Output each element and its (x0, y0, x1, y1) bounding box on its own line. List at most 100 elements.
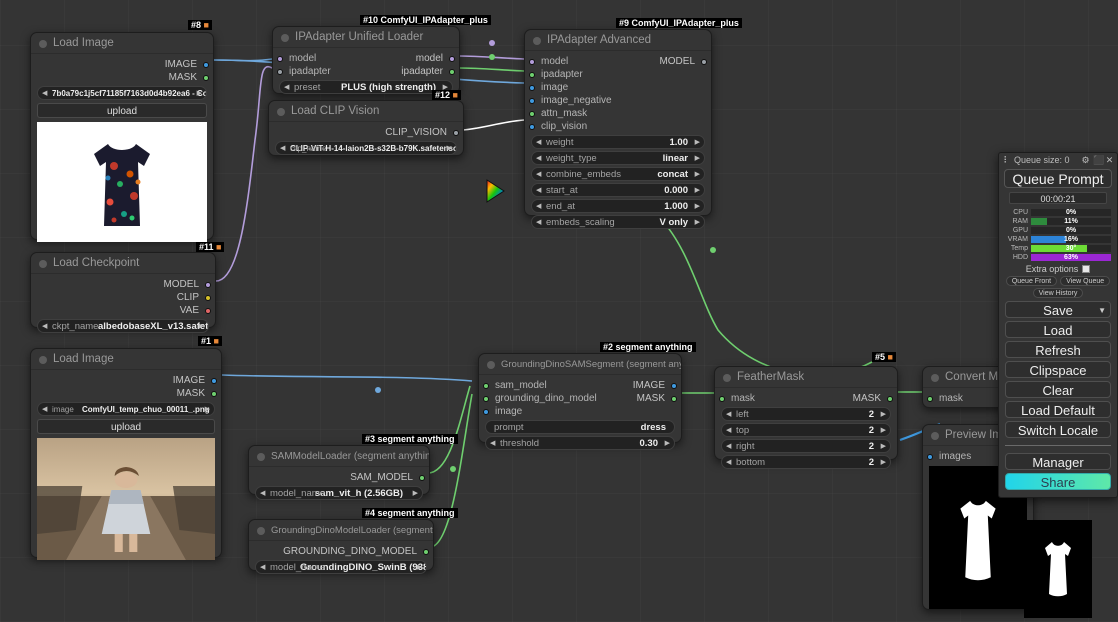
port-in-attn-mask[interactable]: attn_mask (525, 107, 618, 120)
node-ipadapter-advanced[interactable]: IPAdapter Advanced model ipadapter image… (524, 29, 712, 229)
clipspace-button[interactable]: Clipspace (1005, 361, 1111, 378)
embeds-scaling-widget[interactable]: embeds_scaling V only (531, 215, 705, 229)
node-load-clip-vision[interactable]: Load CLIP Vision CLIP_VISION clip_name C… (268, 100, 464, 156)
port-out-model[interactable]: model (366, 52, 459, 65)
port-in-model[interactable]: model (273, 52, 366, 65)
sam-model-name-widget[interactable]: model_name sam_vit_h (2.56GB) (255, 486, 423, 500)
node-badge-5: #5 ■ (872, 352, 896, 362)
port-in-image[interactable]: image (525, 81, 618, 94)
node-title: Load Image (31, 349, 221, 370)
image-filename-widget[interactable]: image ComfyUI_temp_chuo_00011_.png (37, 402, 215, 416)
port-out-model[interactable]: MODEL (618, 55, 711, 68)
node-title: IPAdapter Advanced (525, 30, 711, 51)
load-button[interactable]: Load (1005, 321, 1111, 338)
view-queue-button[interactable]: View Queue (1060, 276, 1111, 286)
right-widget[interactable]: right 2 (721, 439, 891, 453)
end-at-widget[interactable]: end_at 1.000 (531, 199, 705, 213)
node-grounding-dino-model-loader[interactable]: GroundingDinoModelLoader (segment anythi… (248, 519, 434, 574)
menu-divider (1005, 445, 1111, 446)
manager-button[interactable]: Manager (1005, 453, 1111, 470)
start-at-widget[interactable]: start_at 0.000 (531, 183, 705, 197)
node-load-image-2[interactable]: Load Image IMAGE MASK image ComfyUI_temp… (30, 348, 222, 560)
clear-button[interactable]: Clear (1005, 381, 1111, 398)
queue-front-button[interactable]: Queue Front (1005, 276, 1058, 286)
monitor-icon[interactable]: ⬛ (1093, 155, 1104, 165)
port-out-clip[interactable]: CLIP (31, 291, 215, 304)
port-out-vae[interactable]: VAE (31, 304, 215, 317)
port-in-sam-model[interactable]: sam_model (479, 379, 597, 392)
node-sam-model-loader[interactable]: SAMModelLoader (segment anything) SAM_MO… (248, 445, 430, 500)
clip-name-widget[interactable]: clip_name CLIP-ViT-H-14-laion2B-s32B-b79… (275, 141, 457, 155)
port-out-clip-vision[interactable]: CLIP_VISION (269, 126, 463, 139)
port-in-ipadapter[interactable]: ipadapter (273, 65, 366, 78)
port-out-model[interactable]: MODEL (31, 278, 215, 291)
port-out-mask[interactable]: MASK (31, 387, 221, 400)
port-in-model[interactable]: model (525, 55, 618, 68)
port-in-image[interactable]: image (479, 405, 597, 418)
node-badge-8: #8 ■ (188, 20, 212, 30)
node-load-image-1[interactable]: Load Image IMAGE MASK 7b0a79c1j5cf71185f… (30, 32, 214, 242)
left-widget[interactable]: left 2 (721, 407, 891, 421)
extra-options-checkbox[interactable] (1082, 265, 1091, 273)
port-out-mask[interactable]: MASK (597, 392, 681, 405)
queue-menu-panel[interactable]: ⠇ Queue size: 0 ⚙ ⬛ ✕ Queue Prompt 00:00… (998, 152, 1118, 498)
upload-button[interactable]: upload (37, 103, 207, 118)
dino-model-name-widget[interactable]: model_name GroundingDINO_SwinB (938MB) (255, 560, 427, 574)
port-in-image-negative[interactable]: image_negative (525, 94, 618, 107)
node-badge-1: #1 ■ (198, 336, 222, 346)
preset-widget[interactable]: preset PLUS (high strength) (279, 80, 453, 94)
port-out-sam-model[interactable]: SAM_MODEL (249, 471, 429, 484)
port-out-image[interactable]: IMAGE (597, 379, 681, 392)
port-in-grounding-dino-model[interactable]: grounding_dino_model (479, 392, 597, 405)
stat-row-ram: RAM 11% (1005, 217, 1111, 225)
port-out-image[interactable]: IMAGE (31, 374, 221, 387)
node-ipadapter-unified-loader[interactable]: IPAdapter Unified Loader model ipadapter… (272, 26, 460, 94)
node-badge-2: #2 segment anything (600, 342, 696, 352)
node-title: GroundingDinoSAMSegment (segment anythin… (479, 354, 681, 375)
port-out-ipadapter[interactable]: ipadapter (366, 65, 459, 78)
comfyui-canvas[interactable]: #8 ■ Load Image IMAGE MASK 7b0a79c1j5cf7… (0, 0, 1118, 622)
view-history-button[interactable]: View History (1032, 288, 1084, 298)
prompt-widget[interactable]: prompt dress (485, 420, 675, 434)
extra-options-row[interactable]: Extra options (999, 264, 1117, 274)
port-out-mask[interactable]: MASK (31, 71, 213, 84)
drag-grip-icon[interactable]: ⠇ (1002, 155, 1011, 165)
port-out-image[interactable]: IMAGE (31, 58, 213, 71)
refresh-button[interactable]: Refresh (1005, 341, 1111, 358)
chevron-down-icon[interactable]: ▼ (1098, 302, 1106, 319)
node-feather-mask[interactable]: FeatherMask mask MASK left 2 top 2 right… (714, 366, 898, 469)
node-title: Load Image (31, 33, 213, 54)
gear-icon[interactable]: ⚙ (1081, 155, 1090, 165)
load-default-button[interactable]: Load Default (1005, 401, 1111, 418)
bottom-widget[interactable]: bottom 2 (721, 455, 891, 469)
weight-widget[interactable]: weight 1.00 (531, 135, 705, 149)
image-preview (37, 122, 207, 242)
stat-row-temp: Temp 30° (1005, 244, 1111, 252)
port-in-clip-vision[interactable]: clip_vision (525, 120, 618, 133)
color-wheel-icon (484, 178, 510, 204)
port-in-mask[interactable]: mask (715, 392, 806, 405)
combine-embeds-widget[interactable]: combine_embeds concat (531, 167, 705, 181)
mask-preview-small (1024, 520, 1092, 618)
switch-locale-button[interactable]: Switch Locale (1005, 421, 1111, 438)
close-icon[interactable]: ✕ (1105, 155, 1114, 165)
port-out-grounding-dino-model[interactable]: GROUNDING_DINO_MODEL (249, 545, 433, 558)
node-title: SAMModelLoader (segment anything) (249, 446, 429, 467)
save-button[interactable]: Save ▼ (1005, 301, 1111, 318)
queue-prompt-button[interactable]: Queue Prompt (1004, 169, 1112, 188)
weight-type-widget[interactable]: weight_type linear (531, 151, 705, 165)
threshold-widget[interactable]: threshold 0.30 (485, 436, 675, 450)
ckpt-name-widget[interactable]: ckpt_name albedobaseXL_v13.safetensors (37, 319, 209, 333)
node-badge-11: #11 ■ (196, 242, 225, 252)
port-out-mask[interactable]: MASK (806, 392, 897, 405)
menu-titlebar[interactable]: ⠇ Queue size: 0 ⚙ ⬛ ✕ (999, 153, 1117, 167)
node-badge-3: #3 segment anything (362, 434, 458, 444)
node-load-checkpoint[interactable]: Load Checkpoint MODEL CLIP VAE ckpt_name… (30, 252, 216, 333)
top-widget[interactable]: top 2 (721, 423, 891, 437)
extra-options-label: Extra options (1025, 264, 1079, 274)
image-filename-widget[interactable]: 7b0a79c1j5cf71185f7163d0d4b92ea6 - Copy.… (37, 86, 207, 100)
upload-button[interactable]: upload (37, 419, 215, 434)
port-in-ipadapter[interactable]: ipadapter (525, 68, 618, 81)
node-grounding-dino-sam-segment[interactable]: GroundingDinoSAMSegment (segment anythin… (478, 353, 682, 450)
share-button[interactable]: Share (1005, 473, 1111, 490)
